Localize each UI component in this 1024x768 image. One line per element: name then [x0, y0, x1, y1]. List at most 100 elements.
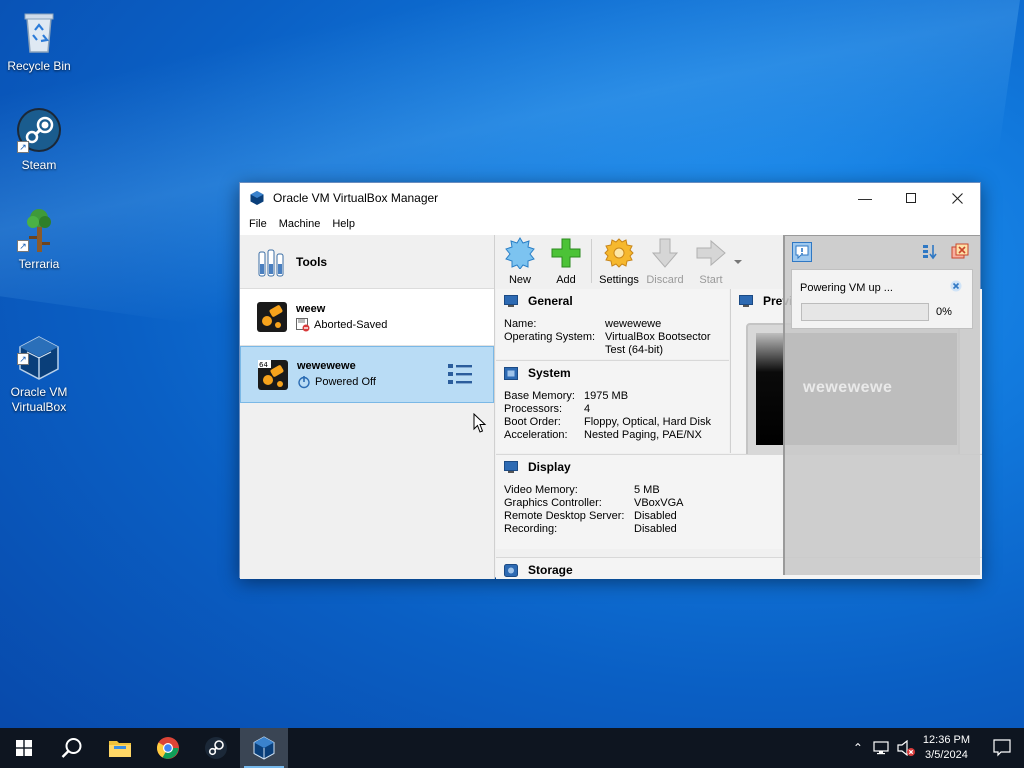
progress-notification: Powering VM up ... 0% — [791, 269, 973, 329]
windows-logo-icon — [16, 740, 32, 756]
new-label: New — [508, 274, 531, 286]
desktop-icon-virtualbox[interactable]: ↗ Oracle VM VirtualBox — [1, 304, 77, 430]
sort-order-icon[interactable] — [921, 243, 939, 261]
taskbar: ⌃ 12:36 PM 3/5/2024 — [0, 728, 1024, 768]
maximize-button[interactable] — [888, 183, 934, 213]
shortcut-arrow-icon: ↗ — [17, 240, 29, 252]
display-monitor-icon — [504, 460, 518, 473]
system-header[interactable]: System — [496, 361, 729, 385]
dismiss-all-icon[interactable] — [951, 243, 969, 261]
toolbar-separator — [591, 239, 592, 283]
menu-file[interactable]: File — [243, 218, 273, 230]
cancel-progress-icon[interactable] — [950, 280, 962, 292]
discard-label: Discard — [646, 274, 684, 286]
ghost-vm-preview: wewewewe — [785, 333, 957, 445]
shortcut-arrow-icon: ↗ — [17, 141, 29, 153]
desktop-icon-recycle-bin[interactable]: Recycle Bin — [1, 8, 77, 74]
steam-icon — [205, 737, 227, 759]
chrome-icon — [157, 737, 179, 759]
mouse-cursor-icon — [473, 413, 487, 433]
desktop-icon-label: Terraria — [18, 257, 60, 271]
desktop-icon-terraria[interactable]: ↗ Terraria — [1, 206, 77, 272]
desktop-icon-steam[interactable]: ↗ Steam — [1, 107, 77, 173]
show-hidden-icons-chevron-icon[interactable]: ⌃ — [853, 741, 863, 755]
settings-button[interactable]: Settings — [597, 237, 641, 286]
vm-list-item-selected[interactable]: 64 wewewewe Powered Off — [240, 346, 494, 403]
preview-monitor-icon — [739, 294, 753, 307]
menu-machine[interactable]: Machine — [273, 218, 327, 230]
general-os-key: Operating System: — [504, 331, 596, 343]
minimize-button[interactable]: — — [842, 183, 888, 213]
vm-state: Aborted-Saved — [314, 318, 388, 331]
progress-text: Powering VM up ... — [800, 282, 893, 294]
start-button[interactable]: Start — [689, 237, 733, 286]
general-os-value-cont: Test (64-bit) — [605, 344, 664, 356]
volume-muted-icon[interactable] — [897, 740, 915, 756]
clock-date: 3/5/2024 — [925, 749, 968, 761]
start-label: Start — [699, 274, 723, 286]
virtualbox-app-icon — [250, 191, 264, 205]
system-key: Boot Order: — [504, 416, 561, 428]
general-name-value: wewewewe — [605, 318, 662, 330]
maximize-icon — [906, 193, 916, 203]
virtualbox-icon: ↗ — [15, 319, 63, 380]
close-button[interactable] — [934, 183, 980, 213]
discard-button[interactable]: Discard — [643, 237, 687, 286]
discard-arrow-down-icon — [651, 238, 679, 268]
notification-center-icon — [993, 739, 1011, 757]
desktop-icon-label: Oracle VM VirtualBox — [10, 385, 68, 414]
start-menu-button[interactable] — [0, 728, 48, 768]
storage-title: Storage — [528, 563, 573, 577]
search-button[interactable] — [48, 728, 96, 768]
general-monitor-icon — [504, 294, 518, 307]
start-dropdown-chevron-icon[interactable] — [733, 257, 743, 267]
progress-percent: 0% — [936, 306, 952, 318]
vm-tools-menu-icon[interactable] — [447, 361, 473, 387]
display-value: Disabled — [634, 510, 677, 522]
action-center-button[interactable] — [980, 728, 1024, 768]
vm-name: weew — [296, 302, 326, 315]
taskbar-virtualbox[interactable] — [240, 728, 288, 768]
tools-item[interactable]: Tools — [240, 235, 494, 289]
menu-bar: File Machine Help — [240, 213, 980, 235]
desktop-icon-label: Steam — [21, 158, 57, 172]
taskbar-file-explorer[interactable] — [96, 728, 144, 768]
system-key: Processors: — [504, 403, 563, 415]
system-value: 1975 MB — [584, 390, 629, 402]
progress-bar — [801, 303, 929, 321]
system-value: 4 — [584, 403, 591, 415]
settings-label: Settings — [599, 274, 639, 286]
new-button[interactable]: New — [498, 237, 542, 286]
tools-label: Tools — [296, 254, 328, 269]
system-chip-icon — [504, 366, 518, 380]
general-header[interactable]: General — [496, 289, 729, 313]
add-button[interactable]: Add — [544, 237, 588, 286]
taskbar-steam[interactable] — [192, 728, 240, 768]
shortcut-arrow-icon: ↗ — [17, 353, 29, 365]
taskbar-chrome[interactable] — [144, 728, 192, 768]
general-name-key: Name: — [504, 318, 537, 330]
display-value: Disabled — [634, 523, 677, 535]
network-icon[interactable] — [873, 741, 889, 755]
vm-state: Powered Off — [315, 376, 376, 388]
title-bar[interactable]: Oracle VM VirtualBox Manager — — [240, 183, 980, 213]
system-value: Floppy, Optical, Hard Disk — [584, 416, 711, 428]
start-arrow-right-icon — [696, 239, 726, 267]
desktop-icon-label: Recycle Bin — [7, 59, 71, 73]
tools-icon — [258, 249, 284, 276]
add-label: Add — [556, 274, 576, 286]
recycle-bin-icon — [15, 8, 63, 56]
ghost-vm-name: wewewewe — [803, 379, 893, 396]
display-key: Recording: — [504, 523, 558, 535]
storage-disk-icon — [504, 563, 518, 577]
system-tray: ⌃ 12:36 PM 3/5/2024 — [853, 728, 1024, 768]
system-section: System Base Memory: 1975 MB Processors: … — [496, 361, 729, 453]
menu-help[interactable]: Help — [326, 218, 361, 230]
general-os-value: VirtualBox Bootsector — [605, 331, 711, 343]
general-section: General Name: wewewewe Operating System:… — [496, 289, 729, 359]
vm-list-item[interactable]: weew Aborted-Saved — [240, 289, 494, 346]
taskbar-clock[interactable]: 12:36 PM 3/5/2024 — [923, 733, 970, 763]
notification-alert-icon[interactable] — [792, 242, 812, 262]
powered-off-icon — [298, 376, 310, 389]
notification-center: Powering VM up ... 0% wewewewe — [783, 235, 980, 575]
